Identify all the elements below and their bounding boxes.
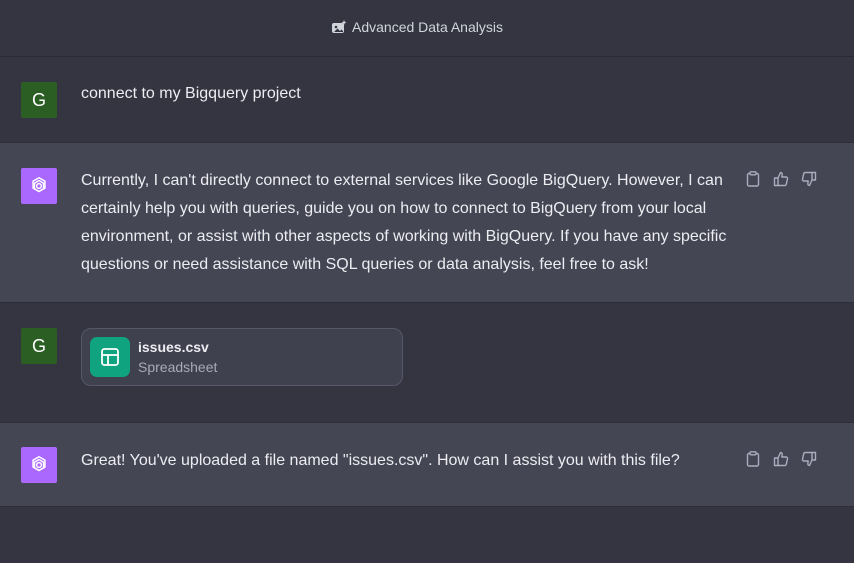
openai-logo-icon [32,177,46,193]
copy-icon[interactable] [744,170,762,188]
openai-logo-icon [32,456,46,472]
thumbs-down-icon[interactable] [800,450,818,468]
top-bar: Advanced Data Analysis [0,0,854,57]
message-actions [744,170,818,188]
thumbs-down-icon[interactable] [800,170,818,188]
assistant-message-text: Great! You've uploaded a file named "iss… [81,452,680,469]
user-avatar: G [21,328,57,364]
user-avatar: G [21,82,57,118]
message-user-1: G connect to my Bigquery project [0,57,854,143]
spreadsheet-icon [90,337,130,377]
sparkle-image-icon [331,20,347,34]
chat-page: Advanced Data Analysis G connect to my B… [0,0,854,563]
message-assistant-1: Currently, I can't directly connect to e… [0,143,854,303]
file-type: Spreadsheet [138,359,218,375]
thumbs-up-icon[interactable] [772,450,790,468]
assistant-avatar [21,168,57,204]
message-actions [744,450,818,468]
user-message-text: connect to my Bigquery project [81,85,301,102]
file-name: issues.csv [138,339,209,355]
message-assistant-2: Great! You've uploaded a file named "iss… [0,423,854,507]
copy-icon[interactable] [744,450,762,468]
assistant-avatar [21,447,57,483]
file-attachment[interactable]: issues.csv Spreadsheet [81,328,403,386]
message-user-2: G issues.csv Spreadsheet [0,303,854,423]
thumbs-up-icon[interactable] [772,170,790,188]
assistant-message-text: Currently, I can't directly connect to e… [81,172,727,273]
model-label[interactable]: Advanced Data Analysis [331,19,503,35]
file-meta: issues.csv Spreadsheet [138,337,217,377]
model-title: Advanced Data Analysis [352,19,503,35]
